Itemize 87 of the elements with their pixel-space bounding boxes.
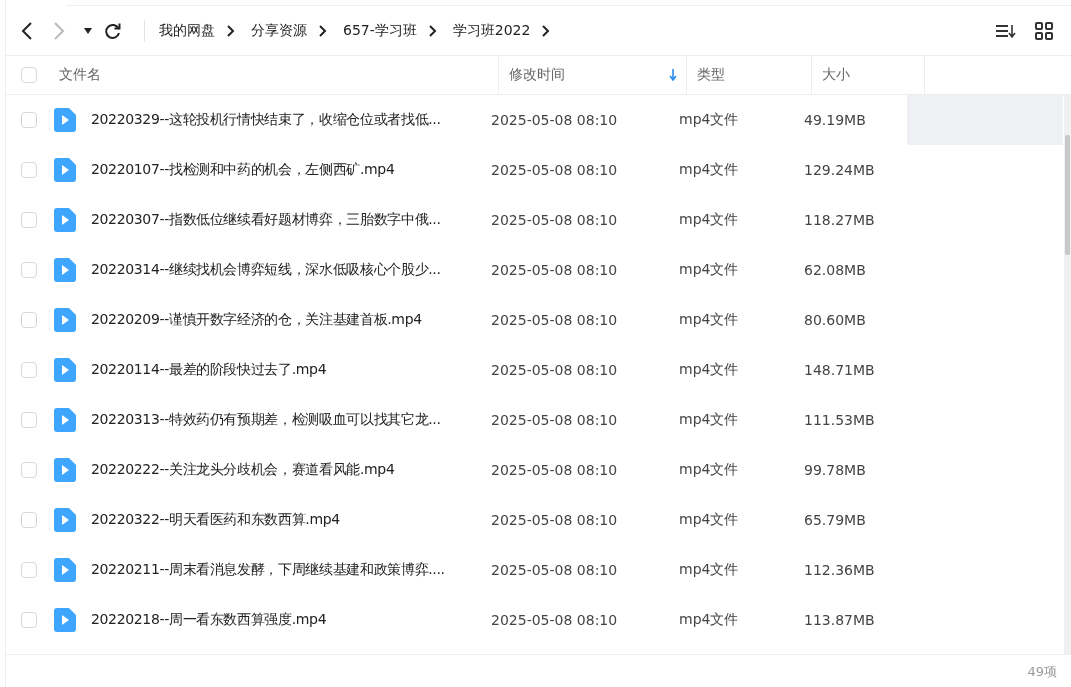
modified-time: 2025-05-08 08:10 xyxy=(491,362,619,378)
row-checkbox[interactable] xyxy=(21,362,37,378)
file-name[interactable]: 20220209--谨慎开数字经济的仓，关注基建首板.mp4 xyxy=(91,311,491,329)
breadcrumb-link[interactable]: 657-学习班 xyxy=(343,21,417,40)
row-checkbox[interactable] xyxy=(21,562,37,578)
file-size: 62.08MB xyxy=(804,262,867,278)
file-size: 111.53MB xyxy=(804,412,876,428)
video-file-icon xyxy=(54,358,76,382)
file-type: mp4文件 xyxy=(679,311,740,329)
video-file-icon xyxy=(54,208,76,232)
history-dropdown[interactable] xyxy=(84,27,92,34)
video-file-icon xyxy=(54,308,76,332)
chevron-icon xyxy=(428,24,437,37)
file-type: mp4文件 xyxy=(679,211,740,229)
video-file-icon xyxy=(54,558,76,582)
file-type: mp4文件 xyxy=(679,261,740,279)
file-size: 80.60MB xyxy=(804,312,867,328)
chevron-icon xyxy=(542,24,551,37)
row-checkbox[interactable] xyxy=(21,612,37,628)
file-name[interactable]: 20220322--明天看医药和东数西算.mp4 xyxy=(91,511,491,529)
file-size: 118.27MB xyxy=(804,212,876,228)
modified-time: 2025-05-08 08:10 xyxy=(491,412,619,428)
select-all-checkbox[interactable] xyxy=(21,67,37,83)
chevron-icon xyxy=(319,24,327,37)
row-checkbox[interactable] xyxy=(21,462,37,478)
file-size: 129.24MB xyxy=(804,162,876,178)
breadcrumb-link[interactable]: 分享资源 xyxy=(251,21,307,40)
file-name[interactable]: 20220307--指数低位继续看好题材博弈，三胎数字中俄... xyxy=(91,211,491,229)
row-checkbox[interactable] xyxy=(21,312,37,328)
scrollbar[interactable] xyxy=(1064,95,1071,655)
row-checkbox[interactable] xyxy=(21,212,37,228)
file-type: mp4文件 xyxy=(679,161,740,179)
file-name[interactable]: 20220222--关注龙头分歧机会，赛道看风能.mp4 xyxy=(91,461,491,479)
file-type: mp4文件 xyxy=(679,611,740,629)
video-file-icon xyxy=(54,608,76,632)
file-type: mp4文件 xyxy=(679,461,740,479)
modified-time: 2025-05-08 08:10 xyxy=(491,212,619,228)
file-type: mp4文件 xyxy=(679,111,740,129)
breadcrumb-link[interactable]: 学习班2022 xyxy=(452,21,531,40)
item-count: 49项 xyxy=(1027,662,1057,681)
video-file-icon xyxy=(54,458,76,482)
file-type: mp4文件 xyxy=(679,511,740,529)
grid-view-icon[interactable] xyxy=(1035,21,1053,40)
file-name[interactable]: 20220211--周末看消息发酵，下周继续基建和政策博弈.... xyxy=(91,561,491,579)
chevron-icon xyxy=(227,24,235,37)
file-name[interactable]: 20220313--特效药仍有预期差，检测吸血可以找其它龙... xyxy=(91,411,491,429)
modified-time: 2025-05-08 08:10 xyxy=(491,312,619,328)
file-name[interactable]: 20220218--周一看东数西算强度.mp4 xyxy=(91,611,491,629)
row-checkbox[interactable] xyxy=(21,412,37,428)
modified-time: 2025-05-08 08:10 xyxy=(491,462,619,478)
file-name[interactable]: 20220329--这轮投机行情快结束了，收缩仓位或者找低... xyxy=(91,111,491,129)
file-name[interactable]: 20220314--继续找机会博弈短线，深水低吸核心个股少... xyxy=(91,261,491,279)
file-name[interactable]: 20220114--最差的阶段快过去了.mp4 xyxy=(91,361,491,379)
row-checkbox[interactable] xyxy=(21,262,37,278)
modified-time: 2025-05-08 08:10 xyxy=(491,162,619,178)
file-size: 112.36MB xyxy=(804,562,876,578)
video-file-icon xyxy=(54,258,76,282)
file-size: 113.87MB xyxy=(804,612,876,628)
file-name[interactable]: 20220107--找检测和中药的机会，左侧西矿.mp4 xyxy=(91,161,491,179)
file-size: 148.71MB xyxy=(804,362,876,378)
row-checkbox[interactable] xyxy=(21,162,37,178)
column-header[interactable]: 大小 xyxy=(812,56,925,94)
row-checkbox[interactable] xyxy=(21,512,37,528)
row-checkbox[interactable] xyxy=(21,112,37,128)
sort-descending-icon[interactable] xyxy=(669,69,677,81)
column-header[interactable]: 文件名 xyxy=(54,56,499,94)
modified-time: 2025-05-08 08:10 xyxy=(491,112,619,128)
modified-time: 2025-05-08 08:10 xyxy=(491,612,619,628)
file-size: 65.79MB xyxy=(804,512,867,528)
modified-time: 2025-05-08 08:10 xyxy=(491,562,619,578)
video-file-icon xyxy=(54,408,76,432)
column-header[interactable]: 类型 xyxy=(687,56,812,94)
file-size: 99.78MB xyxy=(804,462,867,478)
file-type: mp4文件 xyxy=(679,561,740,579)
modified-time: 2025-05-08 08:10 xyxy=(491,262,619,278)
column-header[interactable]: 修改时间 xyxy=(499,56,687,94)
file-size: 49.19MB xyxy=(804,112,867,128)
video-file-icon xyxy=(54,108,76,132)
video-file-icon xyxy=(54,508,76,532)
sort-icon[interactable] xyxy=(995,22,1017,39)
file-type: mp4文件 xyxy=(679,361,740,379)
file-type: mp4文件 xyxy=(679,411,740,429)
breadcrumb-link[interactable]: 我的网盘 xyxy=(159,21,215,40)
back-button[interactable] xyxy=(20,20,34,41)
modified-time: 2025-05-08 08:10 xyxy=(491,512,619,528)
video-file-icon xyxy=(54,158,76,182)
refresh-button[interactable] xyxy=(104,21,122,40)
